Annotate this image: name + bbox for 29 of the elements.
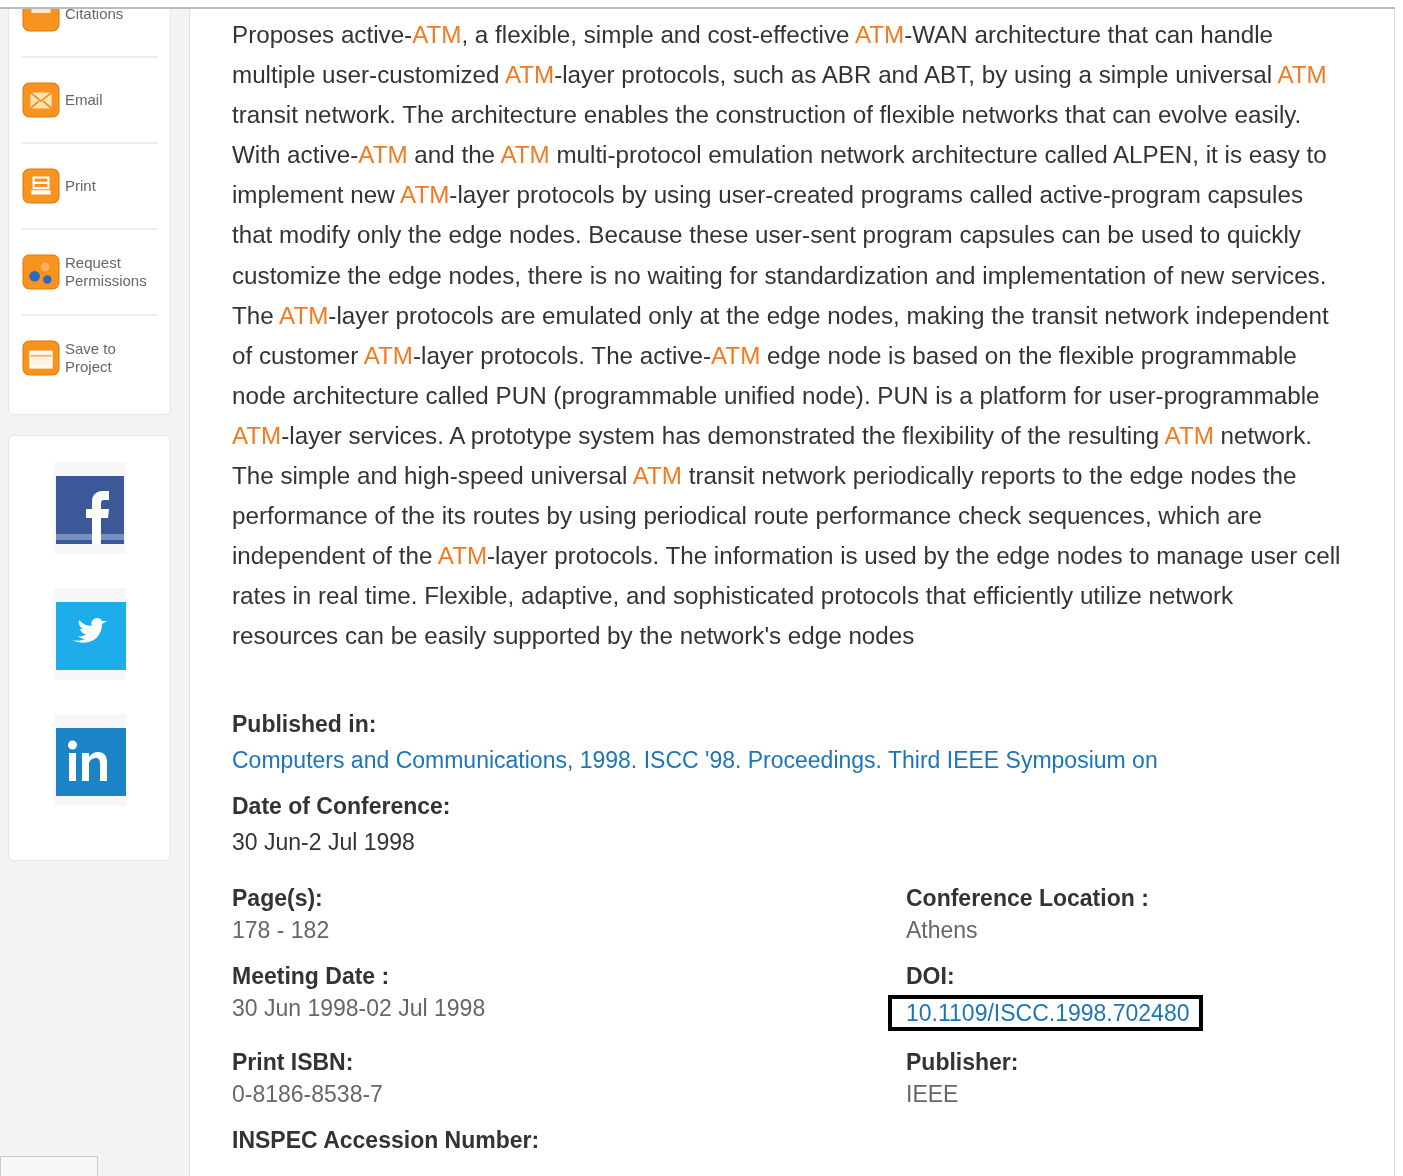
sidebar-action-link[interactable]: Request Permissions xyxy=(21,230,158,316)
sidebar-action-link[interactable]: Citations xyxy=(21,9,158,58)
field-label: Print ISBN: xyxy=(232,1047,355,1077)
folder-icon xyxy=(21,340,61,376)
field-value: 30 Jun-2 Jul 1998 xyxy=(232,827,416,857)
field-label: Published in: xyxy=(232,709,378,739)
field-value: 30 Jun 1998-02 Jul 1998 xyxy=(232,993,487,1023)
bird-icon[interactable] xyxy=(53,588,126,680)
field-value: 0-8186-8538-7 xyxy=(232,1079,384,1109)
sidebar-action-link[interactable]: Print xyxy=(21,144,158,230)
facebook-icon[interactable] xyxy=(53,462,126,554)
field-value: IEEE xyxy=(906,1079,960,1109)
doi-link[interactable]: 10.1109/ISCC.1998.702480 xyxy=(888,994,1204,1031)
field-label: DOI: xyxy=(906,961,956,991)
field-value: Athens xyxy=(906,915,979,945)
envelope-icon xyxy=(21,82,61,118)
field-label: Conference Location : xyxy=(906,883,1150,913)
abstract-text: Proposes active-ATM, a flexible, simple and cost-effective ATM-WAN architecture that can handle multiple user-customized ATM-layer protocols, such as ABR and ABT, by using a simple universal ATM transit network. The architecture enables the construction of flexible networks that can evolve easily. With active-ATM and the ATM multi-protocol emulation network architecture called ALPEN, it is easy to implement new ATM-layer protocols by using user-created programs called active-program capsules that modify only the edge nodes. Because these user-sent program capsules can be used to quickly customize the edge nodes, there is no waiting for standardization and implementation of new services. The ATM-layer protocols are emulated only at the edge nodes, making the transit network independent of customer ATM-layer protocols. The active-ATM edge node is based on the flexible programmable node architecture called PUN (programmable unified node). PUN is a platform for user-programmable ATM-layer services. A prototype system has demonstrated the flexibility of the resulting ATM network. The simple and high-speed universal ATM transit network periodically reports to the edge nodes the performance of the its routes by using periodical route performance check sequences, which are independent of the ATM-layer protocols. The information is used by the edge nodes to manage user cell rates in real time. Flexible, adaptive, and sophisticated protocols that efficiently utilize network resources can be easily supported by the network's edge nodes xyxy=(232,20,1342,652)
field-label: Meeting Date : xyxy=(232,961,391,991)
field-value: 178 - 182 xyxy=(232,915,331,945)
sidebar-action-link[interactable]: Save to Project xyxy=(21,316,158,400)
field-label: Publisher: xyxy=(906,1047,1020,1077)
publication-link[interactable]: Computers and Communications, 1998. ISCC '98. Proceedings. Third IEEE Symposium on xyxy=(232,744,1158,775)
sidebar-action-link[interactable]: Email xyxy=(21,58,158,144)
field-label: Page(s): xyxy=(232,883,324,913)
field-label: Date of Conference: xyxy=(232,791,452,821)
linkedin-icon[interactable] xyxy=(53,714,126,806)
field-label: INSPEC Accession Number: xyxy=(232,1125,541,1155)
printer-icon xyxy=(21,168,61,204)
